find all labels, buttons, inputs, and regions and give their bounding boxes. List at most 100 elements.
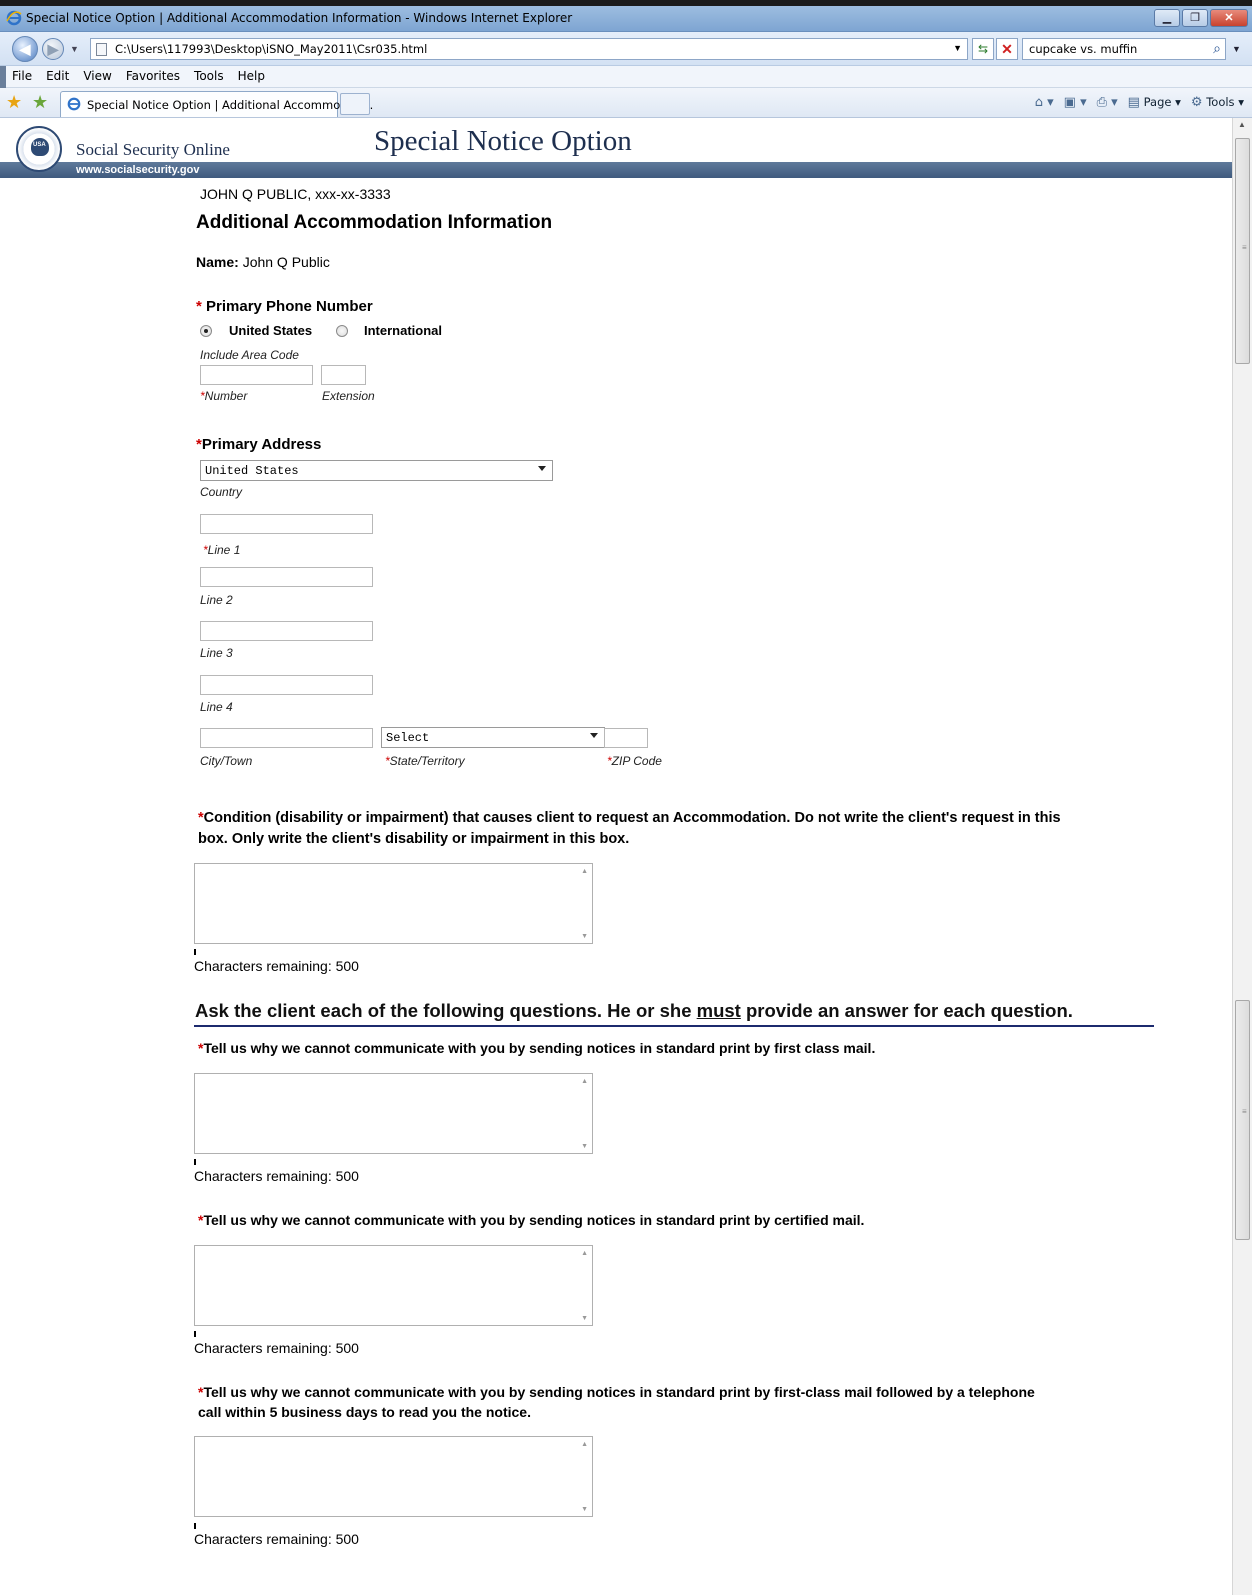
instructions-divider — [194, 1025, 1154, 1027]
favorites-star-icon[interactable]: ★ — [6, 92, 22, 113]
question-1-textarea[interactable]: ▲ ▼ — [194, 1073, 593, 1154]
country-value: United States — [205, 464, 299, 478]
question-2-chars-remaining: Characters remaining: 500 — [194, 1340, 359, 1356]
scroll-up-icon[interactable]: ▲ — [581, 1078, 588, 1085]
address-line2-field[interactable] — [200, 567, 373, 587]
scroll-up-icon[interactable]: ▲ — [1238, 120, 1246, 129]
name-label: Name: — [196, 254, 239, 270]
tab-active[interactable]: Special Notice Option | Additional Accom… — [60, 91, 373, 117]
address-bar: ◀ ▶ ▼ C:\Users\117993\Desktop\iSNO_May20… — [0, 32, 1252, 66]
maximize-button[interactable]: ❐ — [1182, 9, 1208, 27]
resize-tick — [194, 1331, 196, 1337]
country-select[interactable]: United States — [200, 460, 553, 481]
phone-number-field[interactable] — [200, 365, 313, 385]
textarea-scrollbar[interactable] — [576, 1437, 592, 1516]
new-tab-button[interactable] — [340, 93, 370, 115]
phone-label: * Primary Phone Number — [196, 298, 373, 315]
url-field[interactable]: C:\Users\117993\Desktop\iSNO_May2011\Csr… — [90, 38, 968, 60]
name-row: Name: John Q Public — [196, 254, 330, 270]
zip-caption: *ZIP Code — [607, 754, 662, 768]
city-caption: City/Town — [200, 754, 253, 768]
search-icon[interactable]: ⌕ — [1213, 40, 1221, 57]
question-2-label: *Tell us why we cannot communicate with … — [198, 1212, 865, 1228]
search-input[interactable]: cupcake vs. muffin ⌕ — [1022, 38, 1226, 60]
scroll-down-icon[interactable]: ▼ — [581, 1143, 588, 1150]
site-name[interactable]: Social Security Online — [76, 140, 230, 160]
radio-international[interactable] — [336, 325, 348, 337]
textarea-scrollbar[interactable] — [576, 1074, 592, 1153]
page-menu[interactable]: ▤ Page ▾ — [1128, 95, 1181, 110]
home-icon[interactable]: ⌂ ▾ — [1035, 95, 1054, 110]
line2-caption: Line 2 — [200, 593, 233, 607]
ssa-seal-logo: USA — [16, 126, 62, 172]
scroll-down-icon[interactable]: ▼ — [581, 1506, 588, 1513]
grip-icon: ≡ — [1242, 243, 1247, 252]
print-icon[interactable]: ⎙ ▾ — [1097, 95, 1118, 110]
address-line4-field[interactable] — [200, 675, 373, 695]
menu-favorites[interactable]: Favorites — [126, 69, 180, 83]
window-title-bar: Special Notice Option | Additional Accom… — [0, 6, 1252, 32]
radio-international-label[interactable]: International — [364, 323, 442, 338]
condition-textarea[interactable]: ▲ ▼ — [194, 863, 593, 944]
scroll-up-icon[interactable]: ▲ — [581, 868, 588, 875]
address-line1-field[interactable] — [200, 514, 373, 534]
stop-button[interactable]: ✕ — [996, 38, 1018, 60]
menu-edit[interactable]: Edit — [46, 69, 69, 83]
tools-menu[interactable]: ⚙ Tools ▾ — [1191, 95, 1244, 110]
tab-title: Special Notice Option | Additional Accom… — [87, 98, 374, 112]
history-dropdown-icon[interactable]: ▼ — [70, 44, 79, 54]
menu-view[interactable]: View — [83, 69, 111, 83]
search-options-dropdown-icon[interactable]: ▼ — [1232, 44, 1241, 54]
question-1-label: *Tell us why we cannot communicate with … — [198, 1040, 876, 1056]
question-2-textarea[interactable]: ▲ ▼ — [194, 1245, 593, 1326]
page-viewport: USA Social Security Online www.socialsec… — [0, 118, 1232, 1595]
line1-caption: *Line 1 — [203, 543, 241, 557]
page-icon — [96, 43, 107, 56]
scroll-up-icon[interactable]: ▲ — [581, 1250, 588, 1257]
textarea-scrollbar[interactable] — [576, 1246, 592, 1325]
url-text: C:\Users\117993\Desktop\iSNO_May2011\Csr… — [115, 42, 428, 56]
refresh-button[interactable]: ⇆ — [972, 38, 994, 60]
question-3-label-line2: call within 5 business days to read you … — [198, 1404, 531, 1420]
forward-button[interactable]: ▶ — [42, 38, 64, 60]
question-3-textarea[interactable]: ▲ ▼ — [194, 1436, 593, 1517]
feeds-icon[interactable]: ▣ ▾ — [1064, 95, 1087, 110]
question-3-chars-remaining: Characters remaining: 500 — [194, 1531, 359, 1547]
site-url[interactable]: www.socialsecurity.gov — [76, 164, 200, 176]
condition-label-line1: *Condition (disability or impairment) th… — [198, 810, 1061, 826]
phone-extension-field[interactable] — [321, 365, 366, 385]
textarea-scrollbar[interactable] — [576, 864, 592, 943]
scrollbar-thumb-lower[interactable]: ≡ — [1235, 1000, 1250, 1240]
add-favorites-icon[interactable]: ★ — [32, 92, 48, 113]
instructions-heading: Ask the client each of the following que… — [195, 1000, 1073, 1021]
toolbar-grip — [0, 66, 6, 88]
scroll-up-icon[interactable]: ▲ — [581, 1441, 588, 1448]
client-identity: JOHN Q PUBLIC, xxx-xx-3333 — [200, 186, 391, 202]
city-field[interactable] — [200, 728, 373, 748]
scrollbar-thumb-upper[interactable]: ≡ — [1235, 138, 1250, 364]
address-line3-field[interactable] — [200, 621, 373, 641]
scroll-down-icon[interactable]: ▼ — [581, 1315, 588, 1322]
page-title: Special Notice Option — [374, 125, 632, 157]
name-value: John Q Public — [242, 254, 330, 270]
question-3-label-line1: *Tell us why we cannot communicate with … — [198, 1384, 1035, 1400]
close-window-button[interactable]: ✕ — [1210, 9, 1248, 27]
back-button[interactable]: ◀ — [12, 36, 38, 62]
radio-united-states-label[interactable]: United States — [229, 323, 312, 338]
condition-label-line2: box. Only write the client's disability … — [198, 831, 630, 847]
country-caption: Country — [200, 485, 243, 499]
window-title: Special Notice Option | Additional Accom… — [26, 11, 573, 25]
minimize-button[interactable]: ▁ — [1154, 9, 1180, 27]
radio-united-states[interactable] — [200, 325, 212, 337]
state-select[interactable]: Select — [381, 727, 605, 748]
scroll-down-icon[interactable]: ▼ — [581, 933, 588, 940]
area-code-hint: Include Area Code — [200, 348, 299, 362]
menu-file[interactable]: File — [12, 69, 32, 83]
url-dropdown-icon[interactable]: ▼ — [953, 43, 962, 53]
zip-field[interactable] — [604, 728, 648, 748]
number-caption: *Number — [200, 389, 248, 403]
menu-help[interactable]: Help — [238, 69, 265, 83]
page-scrollbar[interactable]: ▲ ≡ ≡ — [1232, 118, 1252, 1595]
menu-tools[interactable]: Tools — [194, 69, 224, 83]
chevron-down-icon — [538, 466, 546, 471]
